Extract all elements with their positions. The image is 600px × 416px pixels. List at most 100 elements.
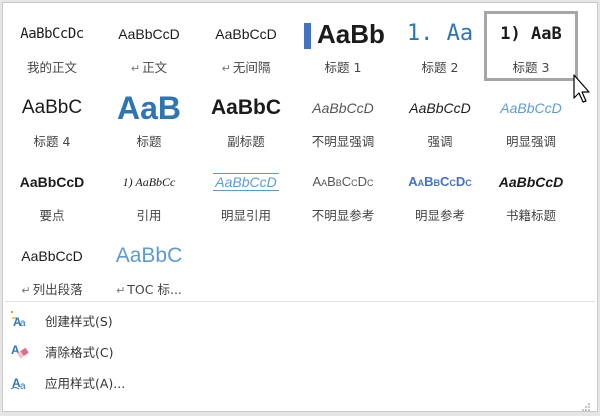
style-gallery-item[interactable]: AaBbCcD 要点 [5, 159, 99, 229]
style-preview-text: AaBbC [102, 239, 196, 273]
apply-styles-button[interactable]: A a 应用样式(A)... [9, 371, 209, 393]
style-name-label: ↵ 正文 [102, 57, 196, 75]
style-name-label: 不明显参考 [296, 205, 390, 223]
style-gallery-item[interactable]: AaBbCcD 书籍标题 [484, 159, 578, 229]
style-gallery-item[interactable]: AaBb 标题 1 [296, 11, 390, 81]
style-preview-sample: AaBbCcD [213, 173, 279, 191]
style-name-label: 引用 [102, 205, 196, 223]
style-gallery-item[interactable]: AaBbCcD ↵ 列出段落 [5, 233, 99, 303]
style-gallery-item[interactable]: AaBbCcD 明显强调 [484, 85, 578, 155]
divider [5, 301, 595, 302]
style-preview-text: AaBbCcD [484, 165, 578, 199]
style-preview-text: AaBbCcD [102, 17, 196, 51]
style-caption-text: 不明显参考 [311, 208, 375, 223]
style-preview-text: AaBbC [199, 91, 293, 125]
style-caption-text: 正文 [142, 60, 168, 75]
style-preview-sample: AaBbCcD [118, 26, 180, 42]
style-preview-sample: 1. Aa [406, 21, 474, 46]
style-name-label: 明显引用 [199, 205, 293, 223]
style-gallery-item[interactable]: AaBbC ↵ TOC 标... [102, 233, 196, 303]
style-preview-text: AaBbCcDc [5, 17, 99, 51]
style-name-label: 副标题 [199, 131, 293, 149]
style-preview-sample: AaBbC [115, 244, 183, 267]
style-preview-text: AaBbCcD [5, 165, 99, 199]
style-caption-text: TOC 标... [127, 282, 182, 297]
style-gallery-item[interactable]: 1) AaB 标题 3 [484, 11, 578, 81]
style-preview-text: AaBbCcDc [393, 165, 487, 199]
style-gallery-item[interactable]: AaB 标题 [102, 85, 196, 155]
paragraph-mark-icon: ↵ [21, 284, 31, 297]
style-preview-sample: AaBbCcD [21, 248, 83, 264]
create-style-icon: A a [9, 310, 31, 330]
styles-gallery-panel: AaBbCcDc 我的正文 AaBbCcD ↵ 正文 AaBbCcD ↵ 无间隔 AaBb 标题 … [2, 2, 598, 412]
style-name-label: 明显参考 [393, 205, 487, 223]
clear-formatting-label: 清除格式(C) [45, 344, 114, 360]
style-name-label: 不明显强调 [296, 131, 390, 149]
style-name-label: 书籍标题 [484, 205, 578, 223]
style-preview-sample: AaBbCcD [215, 26, 277, 42]
clear-formatting-button[interactable]: A 清除格式(C) [9, 340, 209, 362]
create-style-label: 创建样式(S) [45, 313, 113, 329]
style-gallery-item[interactable]: AaBbCcD 强调 [393, 85, 487, 155]
paragraph-mark-icon: ↵ [221, 62, 231, 75]
apply-styles-icon: A a [9, 372, 31, 392]
style-caption-text: 标题 [136, 134, 162, 149]
style-preview-sample: AaBbCcDc [408, 174, 472, 189]
style-preview-sample: AaBbCcDc [20, 26, 84, 42]
style-preview-sample: AaBbCcDc [312, 174, 374, 189]
style-name-label: 明显强调 [484, 131, 578, 149]
style-caption-text: 明显参考 [414, 208, 465, 223]
style-preview-text: AaBbCcD [296, 91, 390, 125]
clear-formatting-icon: A [9, 341, 31, 361]
style-caption-text: 引用 [136, 208, 162, 223]
style-name-label: 标题 4 [5, 131, 99, 149]
paragraph-mark-icon: ↵ [130, 62, 141, 75]
style-preview-sample: AaBbCcD [409, 100, 471, 116]
style-preview-text: AaB [102, 91, 196, 125]
style-caption-text: 副标题 [227, 134, 265, 149]
style-gallery-item[interactable]: AaBbCcD 不明显强调 [296, 85, 390, 155]
style-name-label: ↵ 列出段落 [5, 279, 99, 297]
style-preview-text: AaBbCcD [484, 91, 578, 125]
style-preview-text: AaBbCcD [393, 91, 487, 125]
style-preview-sample: AaBbCcD [19, 174, 85, 190]
style-gallery-item[interactable]: AaBbCcD 明显引用 [199, 159, 293, 229]
heading-bar-icon [304, 23, 311, 50]
style-gallery-item[interactable]: AaBbC 副标题 [199, 85, 293, 155]
style-preview-sample: AaBbCcD [498, 174, 564, 190]
style-name-label: 标题 [102, 131, 196, 149]
style-preview-text: 1. Aa [393, 17, 487, 51]
style-caption-text: 标题 2 [421, 60, 459, 75]
resize-grip-icon[interactable] [581, 397, 591, 411]
svg-text:a: a [20, 318, 26, 329]
style-preview-text: AaBbCcD [199, 17, 293, 51]
style-name-label: 标题 3 [487, 57, 575, 75]
style-preview-text: AaBb [296, 17, 390, 51]
style-gallery-item[interactable]: AaBbCcD ↵ 无间隔 [199, 11, 293, 81]
mouse-pointer-icon [573, 74, 593, 104]
style-gallery-item[interactable]: 1. Aa 标题 2 [393, 11, 487, 81]
style-gallery-item[interactable]: AaBbCcDc 我的正文 [5, 11, 99, 81]
style-gallery-item[interactable]: 1) AaBbCc 引用 [102, 159, 196, 229]
style-name-label: 要点 [5, 205, 99, 223]
paragraph-mark-icon: ↵ [116, 284, 126, 297]
style-name-label: 标题 2 [393, 57, 487, 75]
style-name-label: ↵ 无间隔 [199, 57, 293, 75]
style-preview-sample: AaB [116, 91, 181, 125]
style-gallery-item[interactable]: AaBbC 标题 4 [5, 85, 99, 155]
style-gallery-item[interactable]: AaBbCcDc 明显参考 [393, 159, 487, 229]
style-preview-text: AaBbCcD [199, 165, 293, 199]
style-preview-text: 1) AaB [487, 17, 575, 51]
style-caption-text: 强调 [427, 134, 453, 149]
create-style-button[interactable]: A a 创建样式(S) [9, 309, 209, 331]
style-caption-text: 书籍标题 [505, 208, 556, 223]
style-caption-text: 无间隔 [232, 60, 271, 75]
style-caption-text: 明显引用 [220, 208, 271, 223]
style-gallery-item[interactable]: AaBbCcD ↵ 正文 [102, 11, 196, 81]
style-gallery-item[interactable]: AaBbCcDc 不明显参考 [296, 159, 390, 229]
style-name-label: 我的正文 [5, 57, 99, 75]
style-caption-text: 明显强调 [505, 134, 556, 149]
style-preview-text: AaBbCcD [5, 239, 99, 273]
style-caption-text: 要点 [39, 208, 65, 223]
style-preview-text: AaBbCcDc [296, 165, 390, 199]
